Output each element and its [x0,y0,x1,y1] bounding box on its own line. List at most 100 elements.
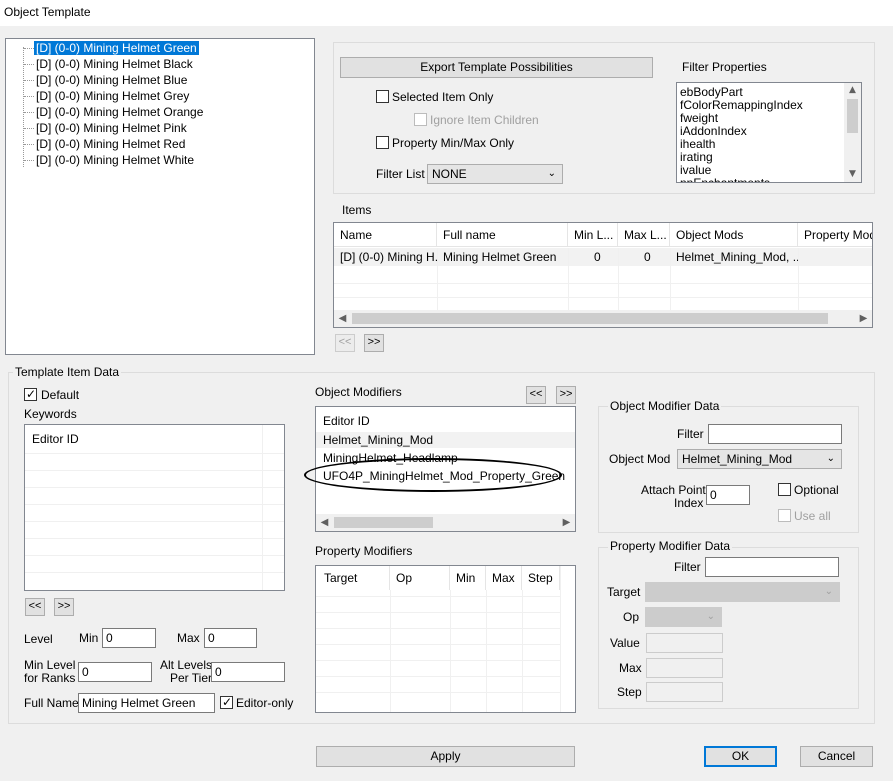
cell-name: [D] (0-0) Mining H... [340,250,437,264]
scroll-thumb[interactable] [334,517,433,528]
cell-min-level: 0 [594,250,601,264]
apply-button[interactable]: Apply [316,746,575,767]
column-header-property-mods[interactable]: Property Mods [798,223,872,247]
keywords-next-button[interactable]: >> [54,598,74,616]
pmd-max-input[interactable] [646,658,723,678]
cell-object-mods: Helmet_Mining_Mod, ... [676,250,798,264]
filter-properties-label: Filter Properties [682,60,767,74]
filter-properties-scrollbar[interactable]: ▲ ▼ [844,83,861,182]
min-level-input[interactable]: 0 [102,628,156,648]
export-template-button[interactable]: Export Template Possibilities [340,57,653,78]
list-item[interactable]: ivalue [680,163,711,177]
scroll-up-icon[interactable]: ▲ [844,83,861,98]
tree-item[interactable]: [D] (0-0) Mining Helmet Black [6,56,306,72]
op-dropdown[interactable]: ⌄ [645,607,722,627]
column-header-full-name[interactable]: Full name [437,223,568,247]
value-input[interactable] [646,633,723,653]
column-header-max[interactable]: Max [486,566,522,590]
object-modifiers-next-button[interactable]: >> [556,386,576,404]
filter-list-dropdown[interactable]: NONE ⌄ [427,164,563,184]
items-table-header: Name Full name Min L... Max L... Object … [334,223,872,247]
scroll-thumb[interactable] [352,313,828,324]
column-header-min[interactable]: Min [450,566,486,590]
keywords-column-header[interactable]: Editor ID [32,432,79,446]
max-level-input[interactable]: 0 [204,628,257,648]
scroll-left-icon[interactable]: ◀ [334,310,351,327]
tree-item[interactable]: [D] (0-0) Mining Helmet White [6,152,306,168]
step-input[interactable] [646,682,723,702]
ok-button[interactable]: OK [704,746,777,767]
template-item-data-label: Template Item Data [13,365,122,379]
list-item[interactable]: fweight [680,111,718,125]
column-header-object-mods[interactable]: Object Mods [670,223,798,247]
tree-item[interactable]: [D] (0-0) Mining Helmet Pink [6,120,306,136]
column-header-op[interactable]: Op [390,566,450,590]
keywords-prev-button[interactable]: << [25,598,45,616]
object-modifiers-column-header[interactable]: Editor ID [323,414,370,428]
column-header-target[interactable]: Target [316,566,390,590]
items-table[interactable]: Name Full name Min L... Max L... Object … [333,222,873,328]
list-item[interactable]: nnEnchantments [680,176,770,182]
object-modifiers-hscrollbar[interactable]: ◀ ▶ [316,514,575,531]
default-label: Default [41,388,80,402]
scroll-left-icon[interactable]: ◀ [316,514,333,531]
filter-list-label: Filter List [376,167,425,181]
list-item[interactable]: irating [680,150,713,164]
min-level-ranks-label-1: Min Level [24,658,76,672]
omd-filter-input[interactable] [708,424,842,444]
scroll-thumb[interactable] [847,99,858,133]
template-tree[interactable]: [D] (0-0) Mining Helmet Green [D] (0-0) … [5,38,315,355]
list-item[interactable]: fColorRemappingIndex [680,98,803,112]
tree-item[interactable]: [D] (0-0) Mining Helmet Red [6,136,306,152]
scroll-right-icon[interactable]: ▶ [558,514,575,531]
object-modifier-data-label: Object Modifier Data [608,399,722,413]
editor-only-checkbox[interactable] [220,695,233,709]
object-modifiers-prev-button[interactable]: << [526,386,546,404]
items-prev-button[interactable]: << [335,334,355,352]
chevron-down-icon: ⌄ [826,453,835,464]
object-mod-dropdown[interactable]: Helmet_Mining_Mod ⌄ [677,449,842,469]
min-level-ranks-label-2: for Ranks [24,671,76,685]
column-header-max-level[interactable]: Max L... [618,223,670,247]
selected-item-only-checkbox[interactable] [376,90,389,103]
property-modifiers-table[interactable]: Target Op Min Max Step [315,565,576,713]
target-label: Target [607,585,641,599]
tree-item[interactable]: [D] (0-0) Mining Helmet Grey [6,88,306,104]
op-label: Op [623,610,640,624]
pmd-filter-input[interactable] [705,557,839,577]
use-all-checkbox[interactable] [778,509,791,522]
keywords-label: Keywords [24,407,77,421]
list-item[interactable]: ebBodyPart [680,85,743,99]
attach-point-label-1: Attach Point [641,483,706,497]
items-next-button[interactable]: >> [364,334,384,352]
alt-levels-input[interactable]: 0 [211,662,285,682]
attach-point-index-input[interactable]: 0 [706,485,750,505]
tree-item[interactable]: [D] (0-0) Mining Helmet Green [6,40,306,56]
table-row[interactable]: [D] (0-0) Mining H... Mining Helmet Gree… [334,248,872,266]
scroll-right-icon[interactable]: ▶ [855,310,872,327]
property-modifiers-header: Target Op Min Max Step [316,566,575,590]
tree-item[interactable]: [D] (0-0) Mining Helmet Orange [6,104,306,120]
filter-properties-list[interactable]: ebBodyPart fColorRemappingIndex fweight … [676,82,862,183]
column-header-step[interactable]: Step [522,566,560,590]
object-modifiers-label: Object Modifiers [315,385,402,399]
list-item[interactable]: Helmet_Mining_Mod [316,432,575,448]
full-name-input[interactable]: Mining Helmet Green [78,693,215,713]
ignore-item-children-checkbox[interactable] [414,113,427,126]
property-minmax-checkbox[interactable] [376,136,389,149]
default-checkbox[interactable] [24,387,37,401]
chevron-down-icon: ⌄ [706,611,715,622]
column-header-name[interactable]: Name [334,223,437,247]
list-item[interactable]: iAddonIndex [680,124,747,138]
cancel-button[interactable]: Cancel [800,746,873,767]
alt-levels-label-1: Alt Levels [160,658,213,672]
target-dropdown[interactable]: ⌄ [645,582,840,602]
min-level-ranks-input[interactable]: 0 [78,662,152,682]
items-table-hscrollbar[interactable]: ◀ ▶ [334,310,872,327]
optional-checkbox[interactable] [778,483,791,496]
column-header-min-level[interactable]: Min L... [568,223,618,247]
keywords-list[interactable]: Editor ID [24,424,285,591]
list-item[interactable]: ihealth [680,137,715,151]
scroll-down-icon[interactable]: ▼ [844,167,861,182]
tree-item[interactable]: [D] (0-0) Mining Helmet Blue [6,72,306,88]
